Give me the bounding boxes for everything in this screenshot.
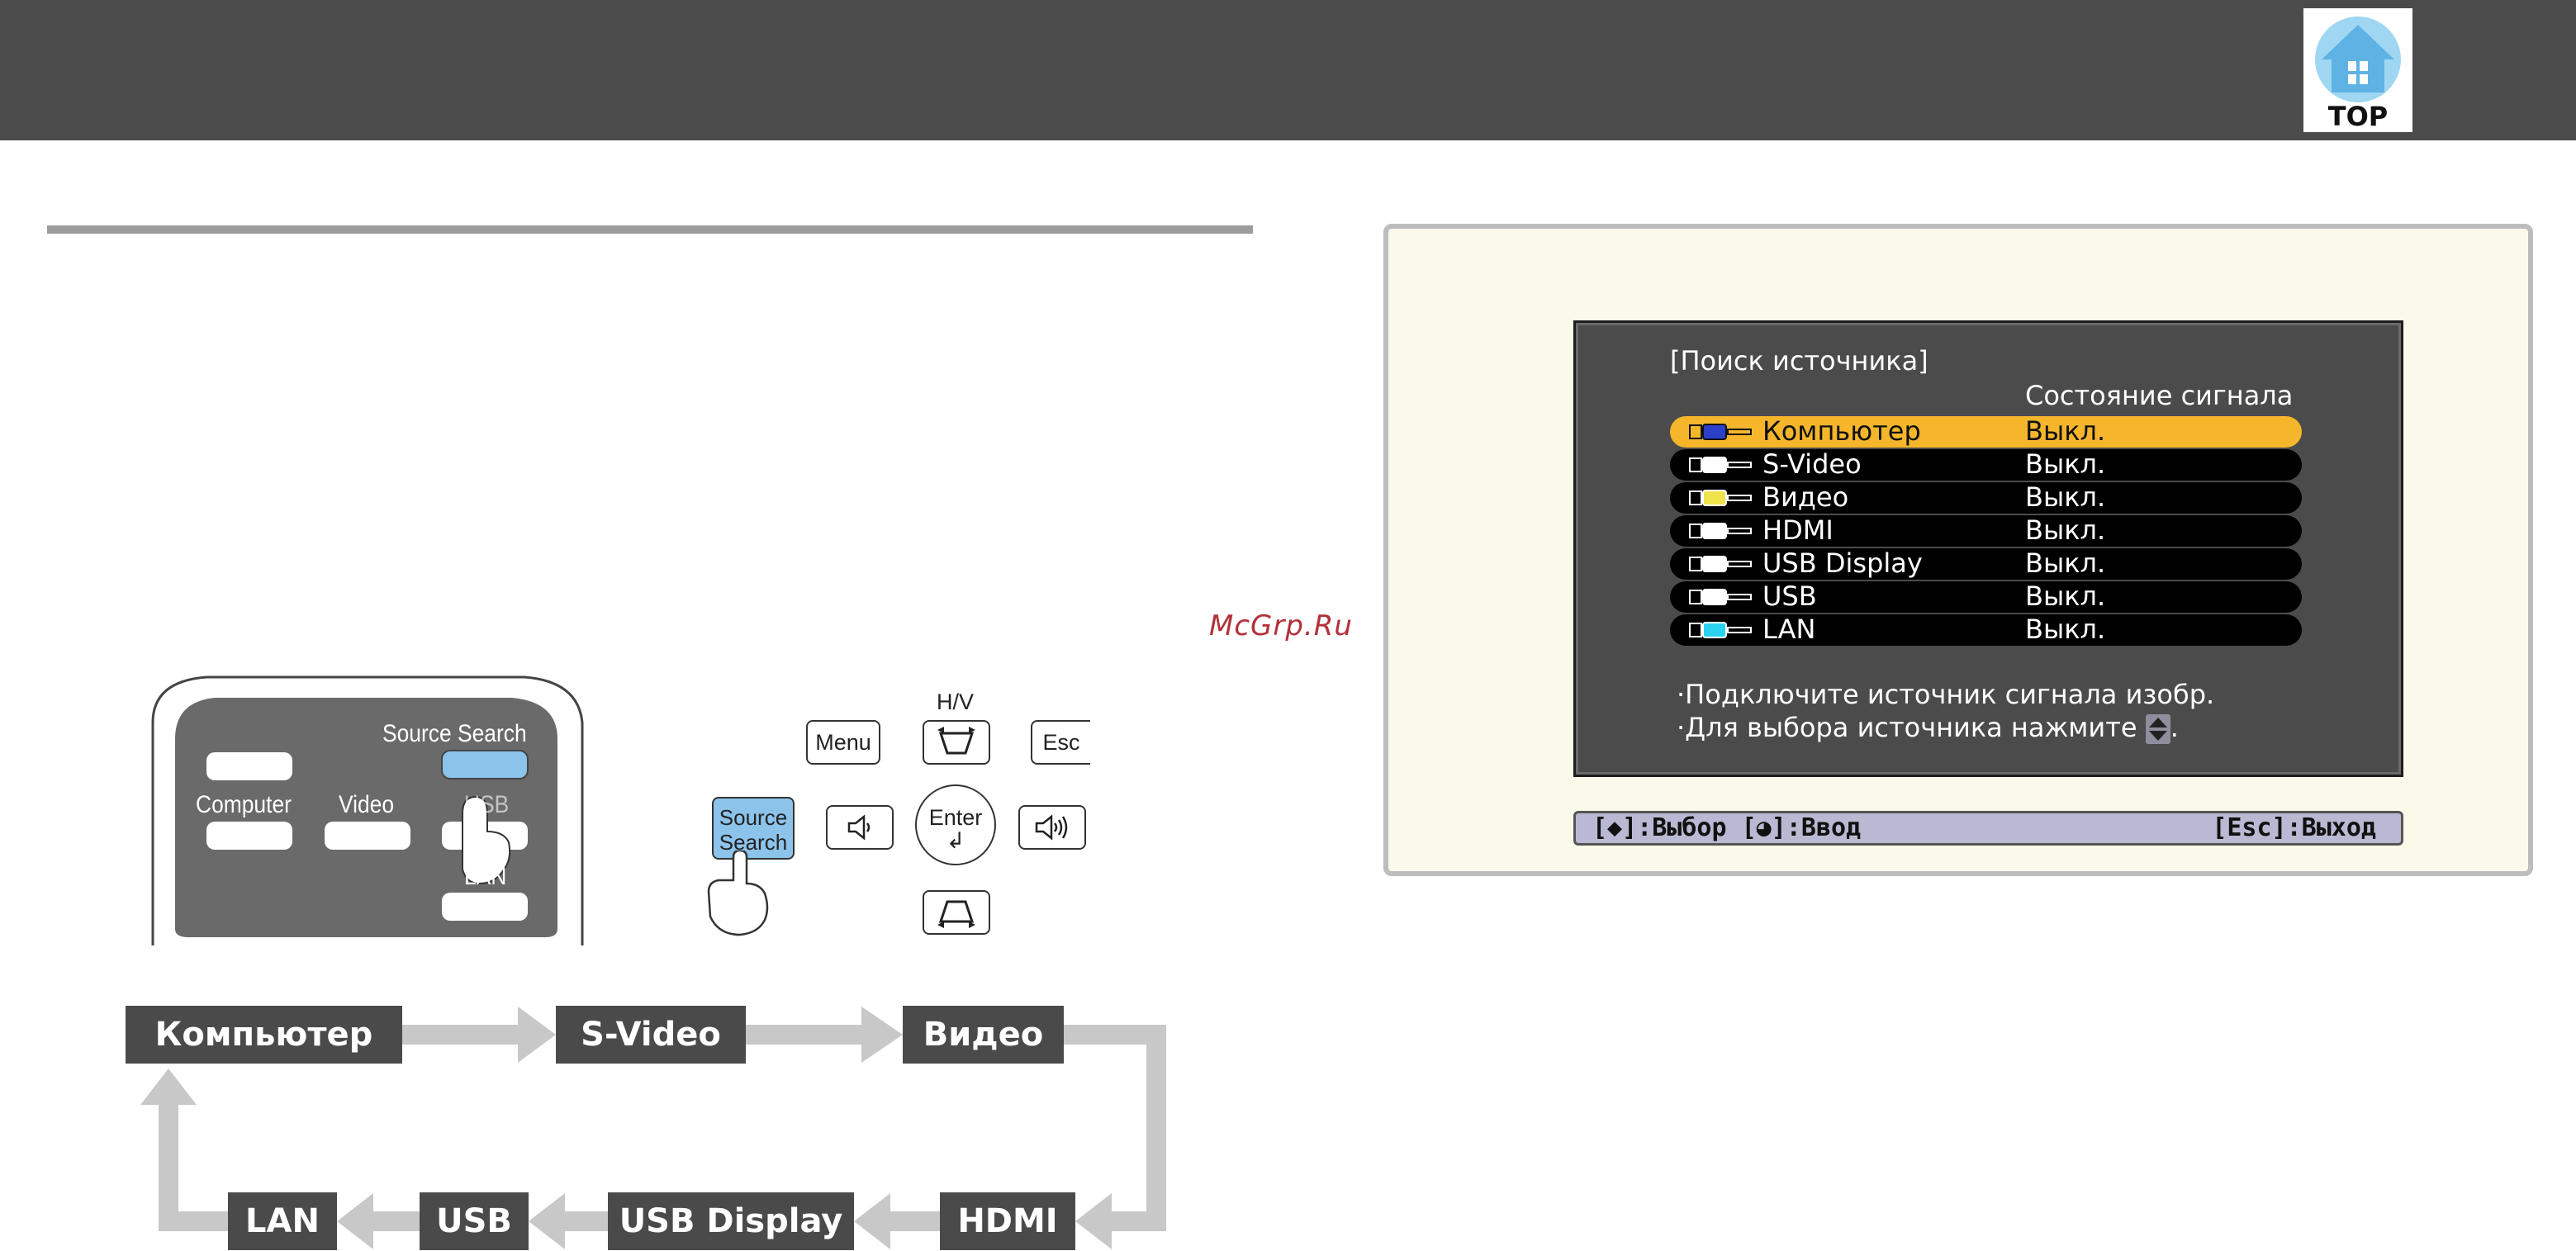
flow-usb: USB — [420, 1192, 529, 1250]
flow-lan: LAN — [228, 1192, 337, 1250]
flow-usb-display: USB Display — [608, 1192, 854, 1250]
flow-s-video: S-Video — [556, 1006, 746, 1064]
flow-video: Видео — [903, 1006, 1064, 1064]
flow-computer: Компьютер — [126, 1006, 402, 1064]
flow-hdmi: HDMI — [940, 1192, 1075, 1250]
